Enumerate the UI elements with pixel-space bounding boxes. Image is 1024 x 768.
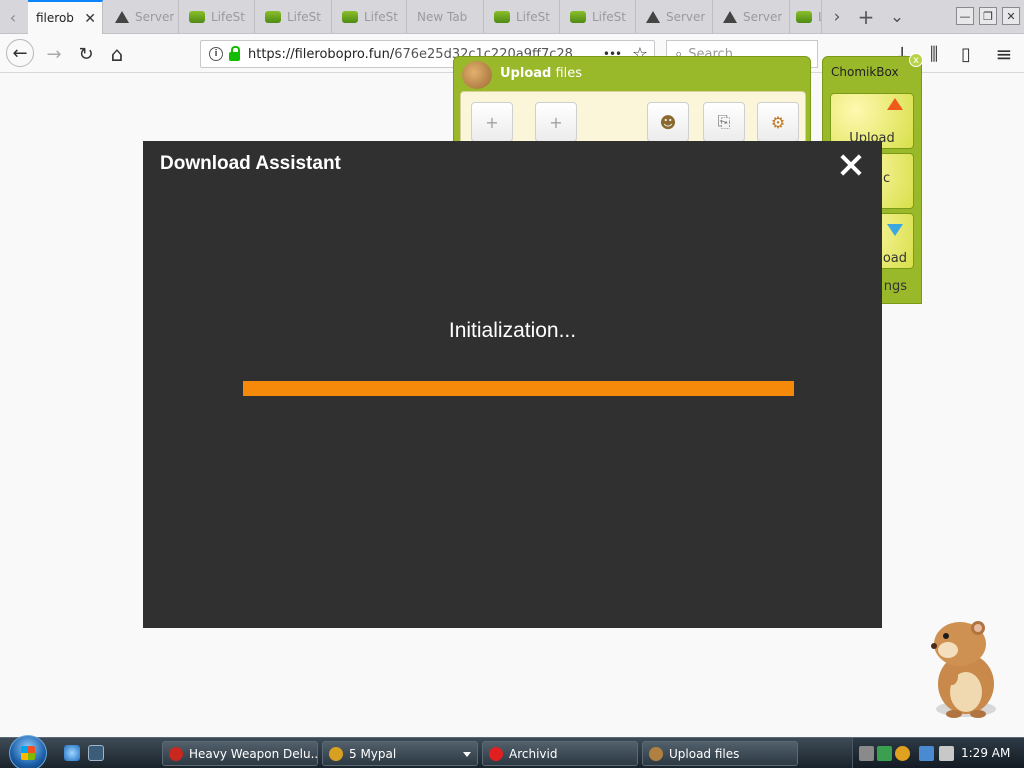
- minimize-window-button[interactable]: —: [956, 7, 974, 25]
- modal-title: Download Assistant: [160, 153, 341, 174]
- desktop: ‹ filerob ✕ Server LifeSt LifeSt LifeSt …: [0, 0, 1024, 768]
- app-icon: [329, 746, 343, 761]
- upload-files-widget: Upload files + + ☻ ⎘ ⚙: [453, 56, 811, 147]
- hamster-logo-icon: [462, 61, 492, 89]
- download-assistant-modal: Download Assistant Initialization...: [143, 141, 882, 628]
- new-tab-button[interactable]: +: [851, 0, 881, 34]
- tab-new-tab[interactable]: New Tab: [407, 0, 484, 34]
- clipboard-add-icon[interactable]: ⎘: [703, 102, 745, 142]
- upload-title-bold: Upload: [500, 66, 552, 81]
- tab-label: New Tab: [417, 10, 468, 24]
- tab-list-button[interactable]: ⌄: [882, 0, 912, 34]
- taskbar-item-label: Upload files: [669, 746, 740, 761]
- restore-window-button[interactable]: ❐: [979, 7, 997, 25]
- upload-toolbar: + + ☻ ⎘ ⚙: [460, 91, 806, 147]
- taskbar-item-archivid[interactable]: Archivid: [482, 741, 638, 766]
- warning-icon: [115, 11, 129, 23]
- taskbar: Heavy Weapon Delu... 5 Mypal Archivid Up…: [0, 735, 1024, 768]
- tab-close-icon[interactable]: ✕: [84, 11, 96, 27]
- site-icon: [342, 11, 358, 23]
- tab-label: filerob: [36, 11, 74, 25]
- tray-search-icon[interactable]: [895, 746, 910, 761]
- taskbar-item-label: Archivid: [509, 746, 558, 761]
- site-icon: [796, 11, 812, 23]
- add-file-icon[interactable]: +: [471, 102, 513, 142]
- reload-button[interactable]: ↻: [72, 41, 100, 67]
- tab-server-2[interactable]: Server: [636, 0, 713, 34]
- clock[interactable]: 1:29 AM: [961, 746, 1010, 760]
- site-icon: [494, 11, 510, 23]
- library-button[interactable]: ⫼: [920, 41, 948, 67]
- tab-server-1[interactable]: Server: [103, 0, 179, 34]
- tab-label: LifeSt: [287, 10, 321, 24]
- system-tray: 1:29 AM: [852, 738, 1024, 768]
- tab-label: Server: [743, 10, 783, 24]
- chevron-down-icon: [463, 752, 471, 757]
- taskbar-item-upload-files[interactable]: Upload files: [642, 741, 798, 766]
- hamster-mascot-icon: [931, 621, 996, 718]
- site-icon: [189, 11, 205, 23]
- upload-widget-title: Upload files: [500, 66, 582, 81]
- modal-status-text: Initialization...: [448, 319, 577, 342]
- lock-icon[interactable]: [229, 45, 240, 61]
- app-icon: [489, 746, 503, 761]
- add-folder-icon[interactable]: +: [535, 102, 577, 142]
- progress-bar: [243, 381, 794, 396]
- tab-lifestyle-2[interactable]: LifeSt: [255, 0, 332, 34]
- mascot-icon[interactable]: ☻: [647, 102, 689, 142]
- home-button[interactable]: ⌂: [103, 41, 131, 67]
- menu-button[interactable]: ≡: [990, 41, 1018, 67]
- tab-lifestyle-1[interactable]: LifeSt: [179, 0, 255, 34]
- back-button[interactable]: ←: [6, 39, 34, 67]
- tab-label: LifeSt: [592, 10, 626, 24]
- app-icon: [169, 746, 183, 761]
- forward-button[interactable]: →: [40, 41, 68, 67]
- close-window-button[interactable]: ✕: [1002, 7, 1020, 25]
- tab-server-3[interactable]: Server: [713, 0, 790, 34]
- show-desktop-icon[interactable]: [88, 745, 104, 761]
- tab-label: L: [818, 10, 821, 24]
- upload-title-rest: files: [551, 66, 583, 81]
- app-icon: [649, 746, 663, 761]
- tab-lifestyle-5[interactable]: LifeSt: [560, 0, 636, 34]
- tab-lifestyle-4[interactable]: LifeSt: [484, 0, 560, 34]
- tab-lifestyle-6[interactable]: L: [790, 0, 822, 34]
- tab-scroll-left-button[interactable]: ‹: [0, 0, 26, 34]
- arrow-down-icon: [887, 224, 903, 236]
- settings-icon[interactable]: ⚙: [757, 102, 799, 142]
- start-button[interactable]: [9, 735, 47, 768]
- taskbar-item-label: Heavy Weapon Delu...: [189, 746, 318, 761]
- arrow-up-icon: [887, 98, 903, 110]
- url-host: https://filerobopro.fun/: [248, 46, 395, 62]
- info-icon[interactable]: i: [209, 47, 223, 61]
- site-icon: [570, 11, 586, 23]
- volume-muted-icon[interactable]: [939, 746, 954, 761]
- taskbar-item-label: 5 Mypal: [349, 746, 397, 761]
- chomikbox-title: ChomikBox: [831, 65, 899, 79]
- tab-label: Server: [135, 10, 175, 24]
- tab-label: LifeSt: [516, 10, 550, 24]
- site-icon: [265, 11, 281, 23]
- tab-scroll-right-button[interactable]: ›: [822, 0, 852, 34]
- warning-icon: [723, 11, 737, 23]
- tab-label: Server: [666, 10, 706, 24]
- ie-icon[interactable]: [64, 745, 80, 761]
- tab-label: LifeSt: [364, 10, 398, 24]
- network-icon[interactable]: [919, 746, 934, 761]
- warning-icon: [646, 11, 660, 23]
- chomikbox-close-icon[interactable]: x: [909, 53, 923, 67]
- tray-app-icon[interactable]: [859, 746, 874, 761]
- chomikbox-settings-link[interactable]: ngs: [884, 279, 907, 294]
- tab-filerobopro[interactable]: filerob ✕: [28, 0, 103, 34]
- sidebar-button[interactable]: ▯: [952, 41, 980, 67]
- progress-bar-fill: [243, 381, 794, 396]
- tray-security-icon[interactable]: [877, 746, 892, 761]
- modal-close-icon[interactable]: [839, 153, 863, 177]
- tab-label: LifeSt: [211, 10, 245, 24]
- taskbar-item-heavy-weapon[interactable]: Heavy Weapon Delu...: [162, 741, 318, 766]
- tab-strip: ‹ filerob ✕ Server LifeSt LifeSt LifeSt …: [0, 0, 1024, 34]
- taskbar-item-mypal[interactable]: 5 Mypal: [322, 741, 478, 766]
- tab-lifestyle-3[interactable]: LifeSt: [332, 0, 407, 34]
